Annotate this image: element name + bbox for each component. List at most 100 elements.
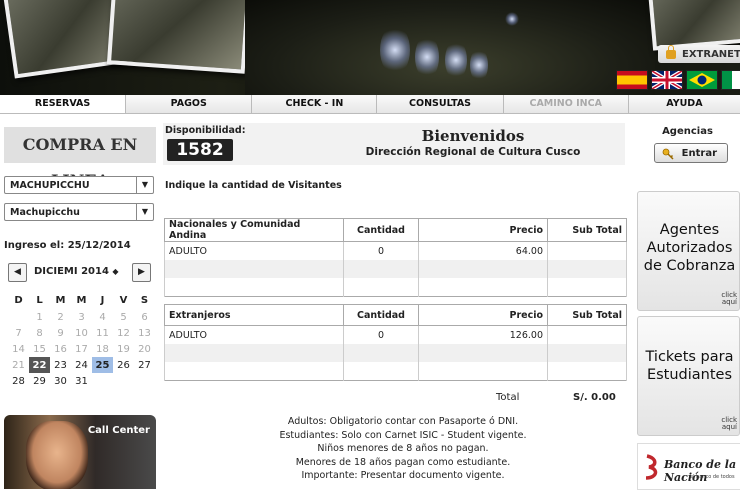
lock-icon xyxy=(666,44,676,59)
calendar-day: 14 xyxy=(12,343,25,355)
calendar-day: 5 xyxy=(120,311,127,323)
banco-de-la-nacion-banner[interactable]: Banco de la Nación el banco de todos xyxy=(637,443,740,490)
calendar-month-year[interactable]: DICIEMI 2014 ◆ xyxy=(34,266,119,277)
welcome-header: Bienvenidos Dirección Regional de Cultur… xyxy=(323,127,623,158)
calendar-day: 3 xyxy=(78,311,85,323)
calendar-day: 18 xyxy=(96,343,109,355)
col-header: Sub Total xyxy=(547,218,627,242)
note-line: Niños menores de 8 años no pagan. xyxy=(317,443,489,454)
weekday-header: S xyxy=(140,294,149,306)
extranet-button[interactable]: EXTRANET xyxy=(658,44,740,63)
calendar-day: 10 xyxy=(75,327,88,339)
header-banner: EXTRANET xyxy=(0,0,740,95)
card-line: Estudiantes xyxy=(646,367,733,383)
banco-slogan: el banco de todos xyxy=(690,474,735,480)
tab-camino-inca[interactable]: CAMINO INCA xyxy=(503,95,629,113)
quantity-input[interactable]: 0 xyxy=(343,325,419,344)
note-line: Adultos: Obligatorio contar con Pasaport… xyxy=(287,416,519,427)
col-header: Sub Total xyxy=(547,304,627,326)
calendar-empty xyxy=(134,373,155,389)
key-icon xyxy=(662,148,674,160)
calendar-day[interactable]: 23 xyxy=(50,357,71,373)
banner-photo xyxy=(647,0,740,51)
weekday-header: V xyxy=(119,294,128,306)
click-aqui-link[interactable]: click aquí xyxy=(721,417,737,431)
spain-flag-icon[interactable] xyxy=(616,70,648,90)
uk-flag-icon[interactable] xyxy=(650,69,684,91)
calendar-day[interactable]: 29 xyxy=(29,373,50,389)
tab-ayuda[interactable]: AYUDA xyxy=(628,95,740,113)
calendar-empty xyxy=(113,373,134,389)
destination-value: MACHUPICCHU xyxy=(10,180,90,191)
call-center-label: Call Center xyxy=(87,425,150,436)
right-column: Agencias Entrar Agentes Autorizados de C… xyxy=(635,113,740,490)
calendar-day: 21 xyxy=(12,359,25,371)
note-line: Importante: Presentar documento vigente. xyxy=(301,470,505,481)
calendar-month: DICIEMI xyxy=(34,266,78,277)
calendar-day: 8 xyxy=(36,327,43,339)
click-aqui-link[interactable]: click aquí xyxy=(721,292,737,306)
brazil-flag-icon[interactable] xyxy=(686,70,718,90)
entrar-label: Entrar xyxy=(681,148,717,159)
note-line: Menores de 18 años pagan como estudiante… xyxy=(295,456,511,468)
calendar-day[interactable]: 25 xyxy=(92,357,113,373)
calendar-day[interactable]: 31 xyxy=(71,373,92,389)
subtotal xyxy=(547,241,627,260)
price: 126.00 xyxy=(418,325,548,344)
call-center-agent-photo xyxy=(26,421,88,489)
disponibilidad-label: Disponibilidad: xyxy=(165,125,246,136)
prev-month-button[interactable]: ◀ xyxy=(8,263,27,282)
quantity-input[interactable]: 0 xyxy=(343,241,419,260)
destination-select[interactable]: MACHUPICCHU ▼ xyxy=(4,176,154,194)
chevron-down-icon[interactable]: ▼ xyxy=(136,204,153,220)
calendar-day: 2 xyxy=(57,311,64,323)
banco-logo-icon xyxy=(645,454,658,480)
banner-photo xyxy=(106,0,252,74)
card-line: Agentes xyxy=(659,222,720,238)
calendar-day: 12 xyxy=(117,327,130,339)
calendar-day[interactable]: 26 xyxy=(113,357,134,373)
calendar-day[interactable]: 27 xyxy=(134,357,155,373)
main-content: Disponibilidad: 1582 Bienvenidos Direcci… xyxy=(163,113,633,488)
welcome-title: Bienvenidos xyxy=(421,127,525,145)
year-spinner-icon[interactable]: ◆ xyxy=(112,267,118,276)
calendar-empty xyxy=(8,309,29,325)
calendar-day[interactable]: 28 xyxy=(8,373,29,389)
calendar-day[interactable]: 22 xyxy=(29,357,50,373)
tab-check-in[interactable]: CHECK - IN xyxy=(252,95,378,113)
italy-flag-icon[interactable] xyxy=(721,70,740,90)
chevron-down-icon[interactable]: ▼ xyxy=(136,177,153,193)
col-header: Cantidad xyxy=(343,218,419,242)
weekday-header: L xyxy=(36,294,43,306)
click-line: aquí xyxy=(721,423,737,431)
calendar-header: ◀ DICIEMI 2014 ◆ ▶ xyxy=(8,261,152,283)
entrar-button[interactable]: Entrar xyxy=(654,143,728,163)
welcome-subtitle: Dirección Regional de Cultura Cusco xyxy=(365,146,581,158)
col-header: Cantidad xyxy=(343,304,419,326)
weekday-header: D xyxy=(14,294,23,306)
left-column: COMPRA EN LINEA MACHUPICCHU ▼ Machupicch… xyxy=(0,113,160,489)
call-center-banner[interactable]: Call Center xyxy=(4,415,156,489)
tab-pagos[interactable]: PAGOS xyxy=(126,95,253,113)
tickets-estudiantes-card[interactable]: Tickets para Estudiantes click aquí xyxy=(637,316,740,436)
weekday-header: J xyxy=(100,294,105,306)
calendar-day: 7 xyxy=(15,327,22,339)
card-line: Tickets para xyxy=(645,349,734,365)
calendar-day: 13 xyxy=(138,327,151,339)
total-label: Total xyxy=(496,392,520,403)
calendar-day: 17 xyxy=(75,343,88,355)
calendar-day[interactable]: 30 xyxy=(50,373,71,389)
calendar-day[interactable]: 24 xyxy=(71,357,92,373)
banco-name: Banco de la Nación xyxy=(664,458,737,484)
tab-reservas[interactable]: RESERVAS xyxy=(0,95,127,113)
calendar-day: 11 xyxy=(96,327,109,339)
agentes-autorizados-card[interactable]: Agentes Autorizados de Cobranza click aqu… xyxy=(637,191,740,311)
col-header: Precio xyxy=(418,218,548,242)
calendar-day: 20 xyxy=(138,343,151,355)
total-value: S/. 0.00 xyxy=(573,392,616,403)
table-row: ADULTO 0 64.00 xyxy=(164,241,627,260)
calendar-year: 2014 xyxy=(81,266,109,277)
route-select[interactable]: Machupicchu ▼ xyxy=(4,203,154,221)
tab-consultas[interactable]: CONSULTAS xyxy=(377,95,504,113)
next-month-button[interactable]: ▶ xyxy=(132,263,151,282)
